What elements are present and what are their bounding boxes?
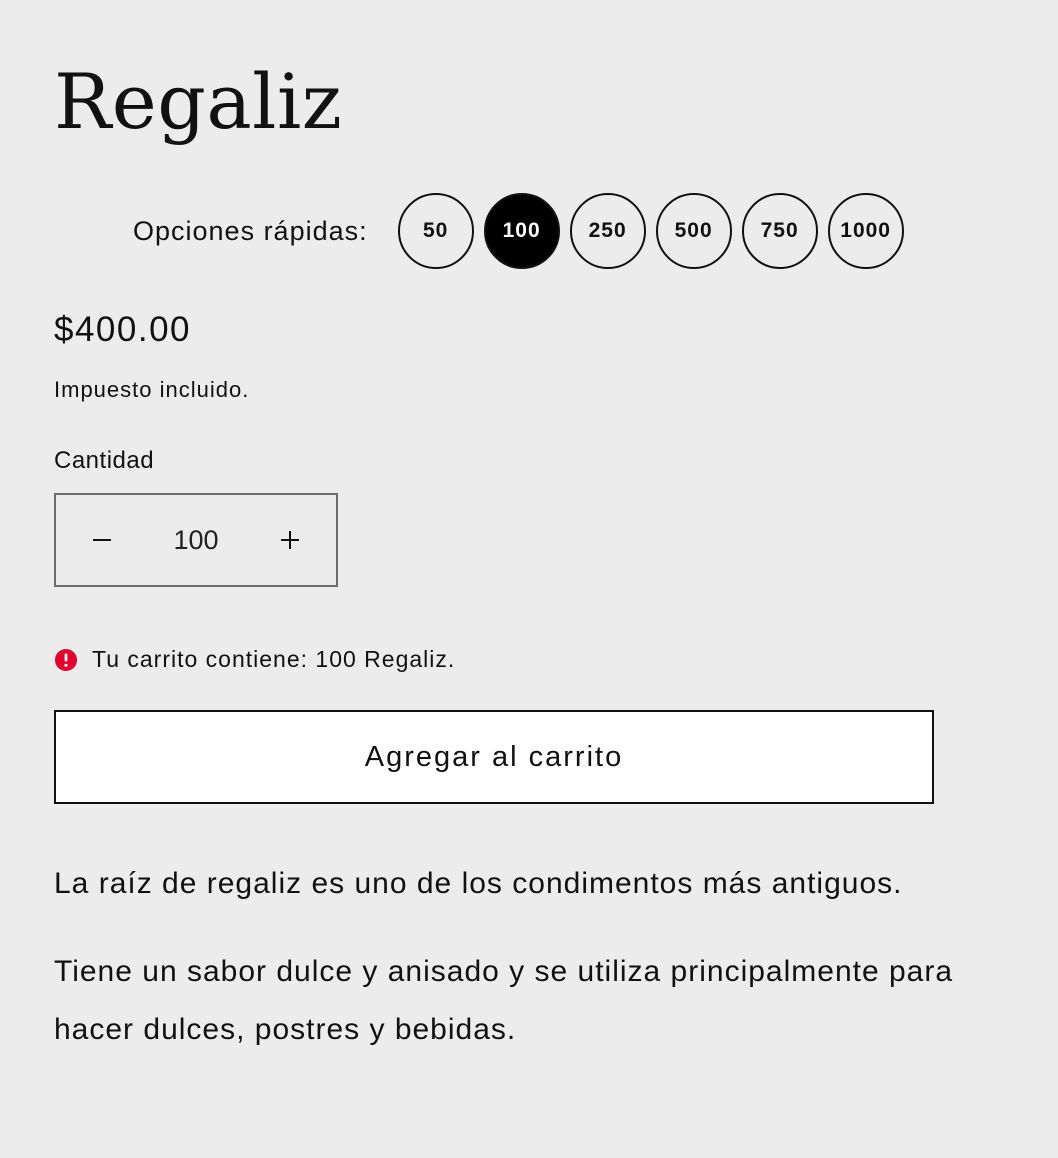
quick-option-750[interactable]: 750 — [741, 193, 818, 269]
quantity-label: Cantidad — [54, 447, 155, 474]
quick-option-50[interactable]: 50 — [397, 193, 474, 269]
quick-option-100[interactable]: 100 — [483, 193, 560, 269]
quantity-input[interactable] — [148, 510, 244, 570]
plus-icon — [281, 531, 299, 549]
quick-options: Opciones rápidas: 50 100 250 500 750 100… — [133, 193, 904, 269]
cart-notice-text: Tu carrito contiene: 100 Regaliz. — [92, 646, 456, 672]
add-to-cart-button[interactable]: Agregar al carrito — [54, 710, 934, 804]
tax-note: Impuesto incluido. — [54, 377, 250, 402]
quick-option-1000[interactable]: 1000 — [827, 193, 904, 269]
increase-quantity-button[interactable] — [244, 495, 336, 585]
product-page: Regaliz Opciones rápidas: 50 100 250 500… — [0, 0, 1058, 1158]
product-title: Regaliz — [54, 57, 343, 146]
cart-notice: Tu carrito contiene: 100 Regaliz. — [54, 646, 455, 673]
alert-circle-icon — [54, 648, 78, 672]
quick-option-250[interactable]: 250 — [569, 193, 646, 269]
quantity-stepper — [54, 493, 338, 587]
decrease-quantity-button[interactable] — [56, 495, 148, 585]
product-price: $400.00 — [54, 310, 192, 349]
quick-option-500[interactable]: 500 — [655, 193, 732, 269]
minus-icon — [93, 539, 111, 541]
description-paragraph: Tiene un sabor dulce y anisado y se util… — [54, 955, 954, 1046]
quick-options-label: Opciones rápidas: — [133, 215, 368, 246]
description-paragraph: La raíz de regaliz es uno de los condime… — [54, 867, 903, 900]
quick-options-list: 50 100 250 500 750 1000 — [397, 193, 904, 269]
